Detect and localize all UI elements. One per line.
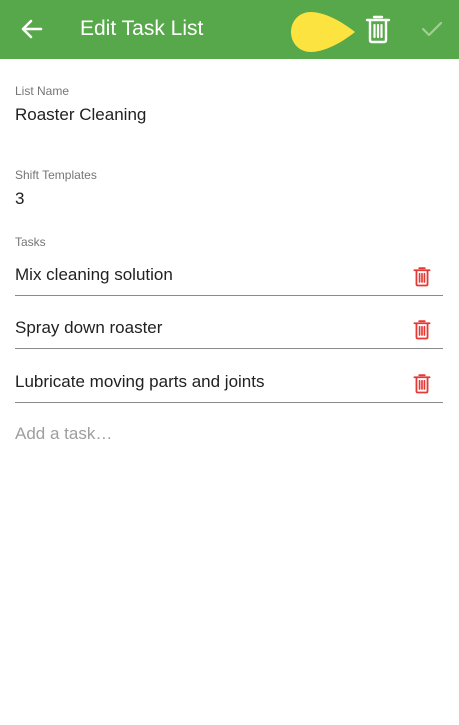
trash-icon (413, 266, 431, 286)
back-button[interactable] (18, 14, 46, 44)
delete-list-button[interactable] (363, 12, 393, 46)
app-bar: Edit Task List (0, 0, 459, 59)
save-button[interactable] (419, 14, 445, 44)
task-text[interactable]: Mix cleaning solution (15, 265, 173, 285)
trash-icon (365, 15, 391, 44)
shift-templates-value[interactable]: 3 (15, 189, 24, 209)
page-title: Edit Task List (80, 17, 204, 40)
arrow-left-icon (21, 19, 43, 39)
highlight-marker (291, 12, 355, 52)
check-icon (421, 21, 443, 37)
list-name-label: List Name (15, 84, 70, 98)
trash-icon (413, 319, 431, 339)
task-text[interactable]: Lubricate moving parts and joints (15, 372, 264, 392)
tasks-label: Tasks (15, 235, 46, 249)
task-row[interactable]: Lubricate moving parts and joints (15, 362, 443, 403)
delete-task-button[interactable] (411, 371, 433, 395)
task-row[interactable]: Spray down roaster (15, 308, 443, 349)
delete-task-button[interactable] (411, 264, 433, 288)
shift-templates-label: Shift Templates (15, 168, 97, 182)
task-text[interactable]: Spray down roaster (15, 318, 162, 338)
delete-task-button[interactable] (411, 317, 433, 341)
task-row[interactable]: Mix cleaning solution (15, 255, 443, 296)
add-task-input[interactable] (15, 420, 443, 448)
list-name-field[interactable]: Roaster Cleaning (15, 105, 146, 125)
trash-icon (413, 373, 431, 393)
